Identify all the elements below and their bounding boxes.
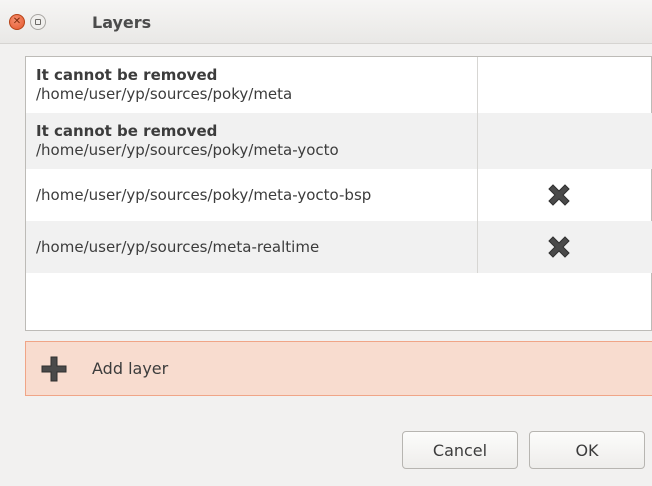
maximize-window-button[interactable]	[30, 14, 46, 30]
layer-note: It cannot be removed	[36, 66, 218, 84]
layer-path-cell: It cannot be removed /home/user/yp/sourc…	[26, 113, 478, 169]
layer-path-cell: /home/user/yp/sources/meta-realtime	[26, 221, 478, 273]
maximize-icon	[35, 19, 41, 25]
close-icon: ✕	[12, 16, 22, 27]
layer-path-cell: /home/user/yp/sources/poky/meta-yocto-bs…	[26, 169, 478, 221]
cancel-button[interactable]: Cancel	[402, 431, 518, 469]
layer-path: /home/user/yp/sources/poky/meta-yocto-bs…	[36, 186, 372, 204]
plus-icon	[41, 356, 67, 381]
add-layer-button[interactable]: Add layer	[25, 341, 652, 396]
layer-row: /home/user/yp/sources/poky/meta-yocto-bs…	[26, 169, 652, 221]
remove-layer-icon[interactable]	[546, 182, 572, 208]
layer-path-cell: It cannot be removed /home/user/yp/sourc…	[26, 57, 478, 113]
window-title: Layers	[92, 13, 152, 32]
close-window-button[interactable]: ✕	[9, 14, 25, 30]
layer-path: /home/user/yp/sources/meta-realtime	[36, 238, 320, 256]
layer-path: /home/user/yp/sources/poky/meta	[36, 85, 293, 103]
layer-row: It cannot be removed /home/user/yp/sourc…	[26, 57, 652, 113]
add-layer-label: Add layer	[92, 359, 169, 378]
remove-layer-icon[interactable]	[546, 234, 572, 260]
layer-row: It cannot be removed /home/user/yp/sourc…	[26, 113, 652, 169]
layer-path: /home/user/yp/sources/poky/meta-yocto	[36, 141, 339, 159]
remove-cell	[478, 169, 652, 221]
remove-cell	[478, 113, 652, 169]
layer-note: It cannot be removed	[36, 122, 218, 140]
layer-row: /home/user/yp/sources/meta-realtime	[26, 221, 652, 273]
layers-list: It cannot be removed /home/user/yp/sourc…	[25, 56, 652, 331]
remove-cell	[478, 221, 652, 273]
remove-cell	[478, 57, 652, 113]
title-bar: ✕ Layers	[0, 0, 652, 44]
ok-button[interactable]: OK	[529, 431, 645, 469]
